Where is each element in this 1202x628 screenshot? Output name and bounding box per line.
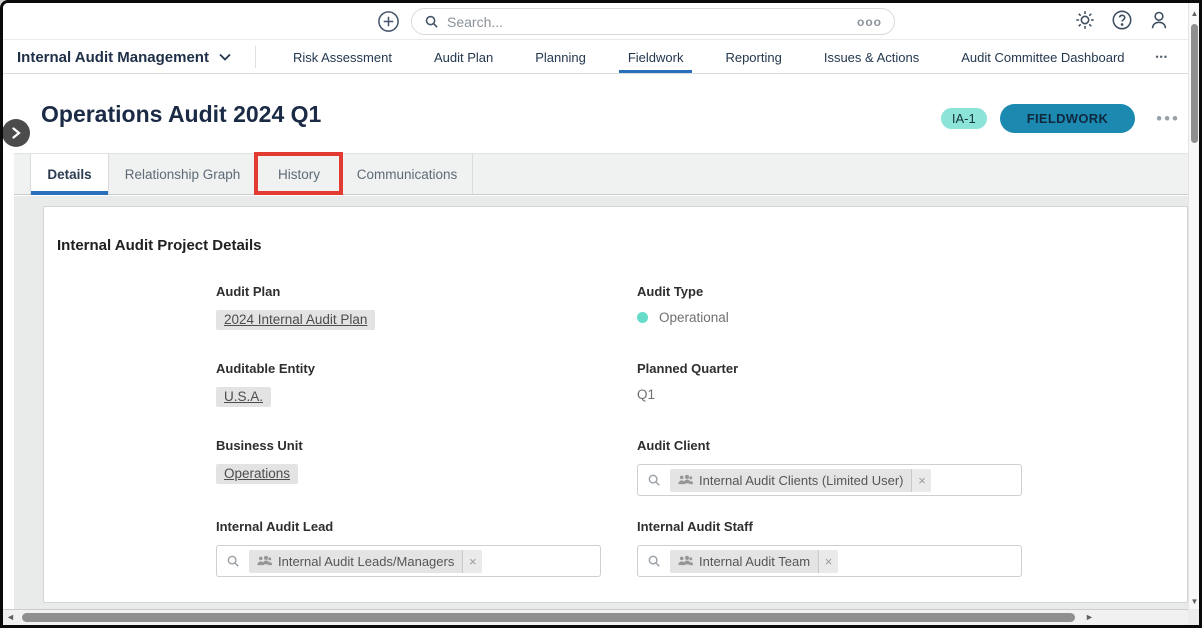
app-title: Internal Audit Management (17, 48, 209, 66)
business-unit-link[interactable]: Operations (216, 464, 299, 484)
auditable-entity-link[interactable]: U.S.A. (216, 387, 272, 407)
content-area: Internal Audit Project Details Audit Pla… (14, 196, 1188, 613)
nav-item-planning[interactable]: Planning (514, 41, 607, 73)
section-title: Internal Audit Project Details (57, 237, 262, 254)
scroll-left-arrow[interactable]: ◄ (6, 613, 15, 622)
internal-audit-lead-label: Internal Audit Lead (216, 519, 334, 534)
scroll-up-arrow[interactable]: ▲ (1190, 10, 1199, 18)
tab-details[interactable]: Details (30, 154, 109, 195)
search-more-indicator[interactable]: ooo (857, 15, 882, 29)
tab-bar: Details Relationship Graph History Commu… (14, 153, 1188, 195)
user-group-icon (678, 474, 693, 486)
selected-chip-label: Internal Audit Team (699, 553, 811, 569)
scroll-down-arrow[interactable]: ▼ (1190, 598, 1199, 606)
left-panel-strip (3, 75, 14, 613)
search-icon (424, 14, 439, 29)
nav-item-reporting[interactable]: Reporting (704, 41, 802, 73)
nav-item-audit-plan[interactable]: Audit Plan (413, 41, 514, 73)
horizontal-scrollbar[interactable]: ◄ ► (3, 609, 1188, 625)
search-icon (647, 473, 661, 487)
business-unit-label: Business Unit (216, 438, 303, 453)
nav-items: Risk Assessment Audit Plan Planning Fiel… (272, 41, 1178, 73)
tab-communications[interactable]: Communications (342, 154, 473, 194)
planned-quarter-label: Planned Quarter (637, 361, 739, 376)
search-icon (226, 554, 240, 568)
chevron-right-icon (11, 127, 21, 139)
nav-item-issues-actions[interactable]: Issues & Actions (803, 41, 940, 73)
header-more-button[interactable]: ••• (1156, 109, 1180, 129)
nav-divider (254, 46, 256, 68)
gear-icon (1074, 9, 1096, 31)
audit-client-input[interactable]: Internal Audit Clients (Limited User) × (637, 464, 1022, 496)
nav-item-fieldwork[interactable]: Fieldwork (607, 41, 705, 73)
audit-type-label: Audit Type (637, 284, 704, 299)
audit-client-label: Audit Client (637, 438, 710, 453)
page-title: Operations Audit 2024 Q1 (41, 101, 322, 127)
global-search[interactable]: ooo (411, 8, 895, 35)
scroll-right-arrow[interactable]: ► (1085, 613, 1094, 622)
planned-quarter-value: Q1 (637, 387, 656, 402)
search-icon (647, 554, 661, 568)
nav-item-audit-committee-dashboard[interactable]: Audit Committee Dashboard (940, 41, 1145, 73)
selected-chip-label: Internal Audit Leads/Managers (278, 553, 455, 569)
search-input[interactable] (447, 13, 857, 30)
remove-chip-button[interactable]: × (911, 468, 932, 492)
expand-panel-toggle[interactable] (3, 119, 30, 147)
selected-chip-label: Internal Audit Clients (Limited User) (699, 472, 904, 488)
app-switcher[interactable]: Internal Audit Management (17, 49, 231, 66)
page-header: Operations Audit 2024 Q1 IA-1 FIELDWORK … (14, 75, 1188, 153)
horizontal-scrollbar-thumb[interactable] (22, 613, 1075, 622)
settings-button[interactable] (1074, 9, 1096, 31)
scrollbar-corner (1188, 609, 1199, 625)
user-icon (1148, 9, 1170, 31)
details-form: Audit Plan 2024 Internal Audit Plan Audi… (216, 284, 1171, 577)
app-window: ooo (0, 0, 1202, 628)
nav-bar: Internal Audit Management Risk Assessmen… (3, 41, 1188, 74)
internal-audit-lead-input[interactable]: Internal Audit Leads/Managers × (216, 545, 601, 577)
tab-history[interactable]: History (257, 154, 342, 194)
tab-relationship-graph[interactable]: Relationship Graph (109, 154, 257, 194)
vertical-scrollbar-thumb[interactable] (1191, 24, 1198, 143)
nav-more-button[interactable]: ••• (1146, 52, 1178, 62)
internal-audit-staff-label: Internal Audit Staff (637, 519, 753, 534)
plus-circle-icon (377, 10, 400, 33)
auditable-entity-label: Auditable Entity (216, 361, 315, 376)
user-group-icon (678, 555, 693, 567)
audit-plan-label: Audit Plan (216, 284, 281, 299)
audit-type-value: Operational (659, 310, 729, 325)
internal-audit-staff-input[interactable]: Internal Audit Team × (637, 545, 1022, 577)
help-icon (1111, 9, 1133, 31)
create-button[interactable] (377, 10, 400, 33)
top-bar: ooo (3, 3, 1188, 40)
audit-type-dot (637, 312, 648, 323)
user-menu-button[interactable] (1148, 9, 1170, 31)
help-button[interactable] (1111, 9, 1133, 31)
record-id-badge: IA-1 (940, 108, 987, 129)
selected-chip: Internal Audit Clients (Limited User) × (670, 468, 932, 492)
vertical-scrollbar[interactable]: ▲ ▼ (1188, 3, 1199, 613)
selected-chip: Internal Audit Team × (670, 549, 839, 573)
details-card: Internal Audit Project Details Audit Pla… (43, 206, 1188, 603)
audit-plan-link[interactable]: 2024 Internal Audit Plan (216, 310, 376, 330)
selected-chip: Internal Audit Leads/Managers × (249, 549, 483, 573)
workflow-status-button[interactable]: FIELDWORK (999, 104, 1136, 133)
remove-chip-button[interactable]: × (462, 549, 483, 573)
nav-item-risk-assessment[interactable]: Risk Assessment (272, 41, 413, 73)
chevron-down-icon (219, 53, 231, 61)
remove-chip-button[interactable]: × (818, 549, 839, 573)
user-group-icon (257, 555, 272, 567)
